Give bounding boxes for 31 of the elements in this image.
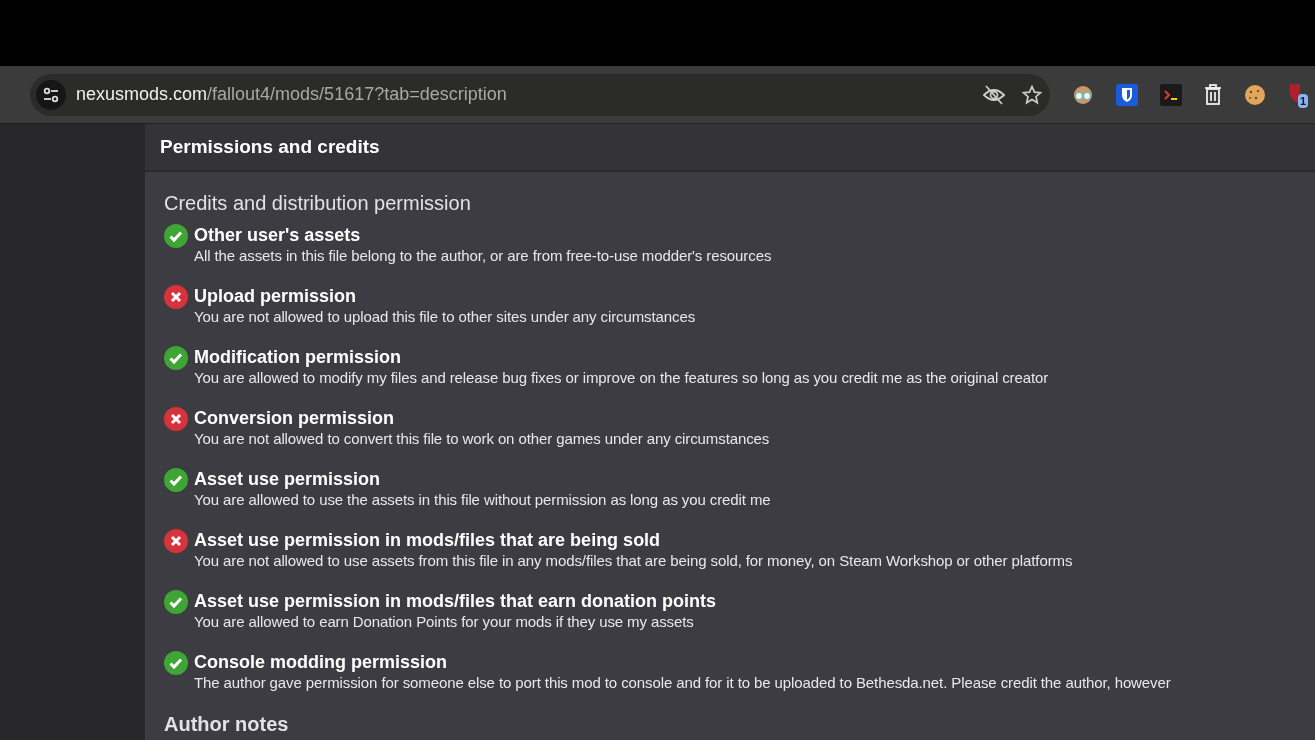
section-heading: Credits and distribution permission <box>164 192 471 214</box>
permission-description: You are allowed to modify my files and release bug fixes or improve on the features so long as you credit me as the original creator <box>194 369 1049 386</box>
shield-extension-icon[interactable] <box>1288 82 1300 105</box>
permission-title: Other user's assets <box>194 225 361 245</box>
permission-title: Asset use permission <box>194 469 381 489</box>
site-settings-icon[interactable] <box>36 79 66 110</box>
permission-title: Modification permission <box>194 347 402 367</box>
permission-title: Upload permission <box>194 286 357 306</box>
permission-description: You are allowed to earn Donation Points for your mods if they use my assets <box>194 613 694 630</box>
permission-title: Conversion permission <box>194 408 395 428</box>
permission-description: You are allowed to use the assets in this file without permission as long as you credit me <box>194 491 771 508</box>
permission-description: You are not allowed to convert this file to work on other games under any circumstances <box>194 430 770 447</box>
permission-description: The author gave permission for someone else to port this mod to console and for it to be uploaded to Bethesda.net. Please credit the author, however <box>194 674 1171 691</box>
section-heading: Author notes <box>164 713 289 735</box>
terminal-icon[interactable] <box>1160 83 1182 106</box>
bookmark-star-icon[interactable] <box>1022 84 1042 105</box>
address-bar[interactable]: nexusmods.com/fallout4/mods/51617?tab=description <box>30 73 1050 116</box>
permission-title: Console modding permission <box>194 652 448 672</box>
eye-crossed-icon[interactable] <box>982 83 1006 106</box>
permission-description: You are not allowed to use assets from this file in any mods/files that are being sold, for money, on Steam Workshop or other platforms <box>194 552 1073 569</box>
permission-description: All the assets in this file belong to the author, or are from free-to-use modder's resources <box>194 247 772 264</box>
face-with-glasses-icon[interactable] <box>1072 84 1094 105</box>
permission-title: Asset use permission in mods/files that earn donation points <box>194 591 717 611</box>
url-text[interactable]: nexusmods.com/fallout4/mods/51617?tab=description <box>76 81 982 108</box>
trash-can-icon[interactable] <box>1204 83 1222 106</box>
shield-icon[interactable] <box>1116 83 1138 106</box>
panel-title: Permissions and credits <box>160 136 380 157</box>
permission-title: Asset use permission in mods/files that are being sold <box>194 530 661 550</box>
permission-description: You are not allowed to upload this file to other sites under any circumstances <box>194 308 696 325</box>
cookie-icon[interactable] <box>1244 83 1266 106</box>
notification-count: 1 <box>1297 93 1308 108</box>
